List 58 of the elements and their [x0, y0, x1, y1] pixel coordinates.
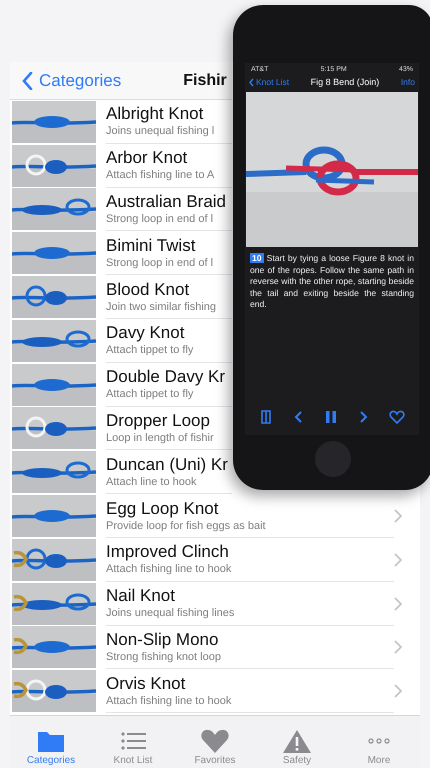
back-button[interactable]: Knot List	[249, 77, 290, 87]
knot-description: Joins unequal fishing lines	[106, 606, 236, 620]
knot-description: Joins unequal fishing l	[106, 124, 216, 138]
knot-description: Strong loop in end of l	[106, 212, 214, 226]
knot-title: Duncan (Uni) Kr	[106, 454, 229, 475]
back-chevron-icon	[249, 78, 254, 86]
knot-description: Attach fishing line to A	[106, 168, 216, 182]
knot-description: Loop in length of fishir	[106, 430, 215, 445]
knot-description: Attach tippet to fly	[106, 387, 194, 402]
next-icon[interactable]	[358, 410, 368, 424]
tab[interactable]: Categories	[10, 716, 92, 768]
knot-row[interactable]: Non-Slip Mono Strong fishing knot loop	[10, 626, 420, 670]
knot-title: Albright Knot	[106, 104, 204, 124]
knot-title: Nail Knot	[106, 586, 176, 606]
back-button[interactable]: Categories	[10, 70, 122, 90]
knot-title: Arbor Knot	[106, 148, 188, 168]
knot-row[interactable]: Blood Knot Join two similar fishing	[10, 275, 232, 319]
heart-icon[interactable]	[388, 410, 405, 424]
knot-title: Australian Braid	[106, 192, 228, 212]
knot-title: Dropper Loop	[106, 410, 211, 431]
previous-icon[interactable]	[294, 410, 304, 424]
knot-description: Attach fishing line to hook	[106, 562, 232, 576]
screen-title: Fishir	[183, 72, 227, 90]
knot-row[interactable]: Bimini Twist Strong loop in end of l	[10, 231, 232, 276]
instruction-text: 10 Start by tying a loose Figure 8 knot in one of the ropes. Follow the same path in reverse with the other rope, starting beside the tail and exiting beside the standing end.	[250, 253, 414, 310]
knot-row[interactable]: Australian Braid Strong loop in end of l	[10, 188, 232, 232]
step-number-badge: 10	[250, 253, 264, 263]
pause-icon[interactable]	[324, 410, 337, 424]
knot-description: Strong fishing knot loop	[106, 650, 222, 664]
knot-row[interactable]: Nail Knot Joins unequal fishing lines	[10, 582, 420, 626]
knot-title: Improved Clinch	[106, 542, 230, 562]
book-icon[interactable]	[259, 409, 274, 425]
knot-description: Attach fishing line to hook	[106, 694, 232, 708]
back-chevron-icon	[22, 72, 33, 90]
knot-row[interactable]: Double Davy Kr Attach tippet to fly	[10, 362, 232, 407]
screen-title: Fig 8 Bend (Join)	[310, 77, 380, 87]
knot-row[interactable]: Egg Loop Knot Provide loop for fish eggs as bait	[10, 494, 420, 538]
knot-title: Davy Knot	[106, 323, 186, 344]
knot-row[interactable]: Orvis Knot Attach fishing line to hook	[10, 669, 420, 714]
knot-row[interactable]: Dropper Loop Loop in length of fishir	[10, 406, 232, 450]
knot-title: Bimini Twist	[106, 236, 196, 256]
knot-description: Join two similar fishing	[106, 300, 218, 314]
knot-row[interactable]: Albright Knot Joins unequal fishing l	[10, 100, 232, 144]
knot-row[interactable]: Improved Clinch Attach fishing line to hook	[10, 538, 420, 582]
knot-title: Non-Slip Mono	[106, 630, 220, 650]
knot-title: Double Davy Kr	[106, 367, 226, 388]
knot-title: Orvis Knot	[106, 674, 186, 694]
knot-description: Strong loop in end of l	[106, 256, 214, 270]
knot-title: Blood Knot	[106, 280, 190, 300]
knot-row[interactable]: Duncan (Uni) Kr Attach line to hook	[10, 450, 232, 494]
info-button[interactable]: Info	[400, 77, 415, 87]
knot-title: Egg Loop Knot	[106, 498, 220, 519]
knot-row[interactable]: Arbor Knot Attach fishing line to A	[10, 144, 232, 188]
knot-description: Attach tippet to fly	[106, 343, 194, 358]
knot-description: Attach line to hook	[106, 474, 198, 489]
knot-row[interactable]: Davy Knot Attach tippet to fly	[10, 318, 232, 363]
knot-description: Provide loop for fish eggs as bait	[106, 518, 267, 533]
more-icon	[368, 738, 390, 744]
